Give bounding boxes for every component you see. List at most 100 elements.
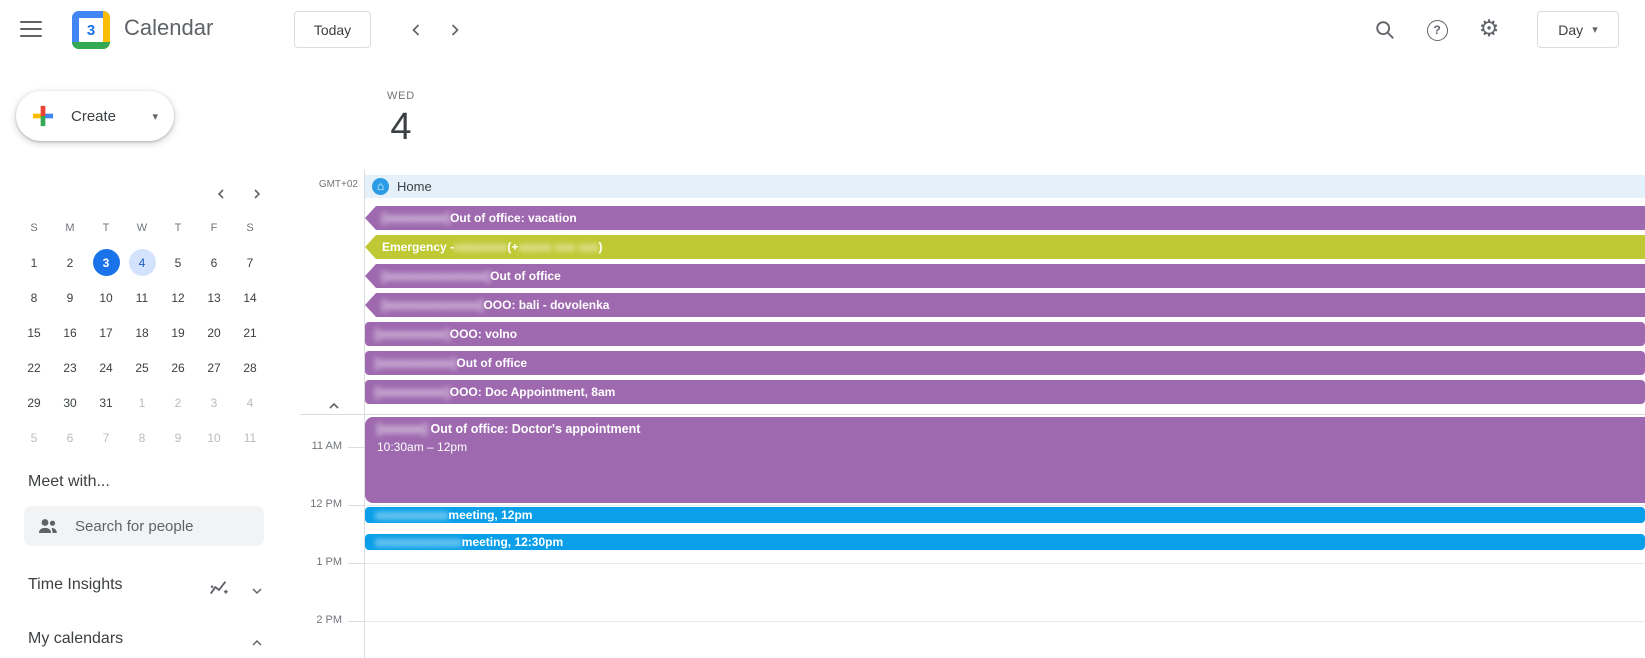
time-insights-expand-button[interactable] — [244, 578, 270, 604]
minical-weekday-header: S — [30, 221, 38, 234]
chevron-left-icon — [412, 24, 420, 36]
chevron-down-icon: ▾ — [152, 110, 158, 123]
next-day-button[interactable] — [442, 17, 468, 43]
chevron-right-icon — [451, 24, 459, 36]
minical-day[interactable]: 7 — [93, 424, 120, 451]
minical-day[interactable]: 10 — [93, 284, 120, 311]
minical-day[interactable]: 17 — [93, 319, 120, 346]
minical-day[interactable]: 2 — [165, 389, 192, 416]
minical-day[interactable]: 4 — [237, 389, 264, 416]
minical-day[interactable]: 18 — [129, 319, 156, 346]
allday-event[interactable]: [xxxxxxxxxxxxxxx] Out of office — [365, 264, 1645, 288]
minical-day[interactable]: 27 — [201, 354, 228, 381]
hour-label: 11 AM — [311, 440, 342, 452]
minical-day[interactable]: 29 — [21, 389, 48, 416]
hour-tick — [348, 447, 364, 448]
minical-day[interactable]: 1 — [21, 249, 48, 276]
hour-label: 12 PM — [310, 498, 342, 510]
event-text: OOO: bali - dovolenka — [483, 298, 610, 312]
time-insights-icon — [208, 578, 230, 600]
minical-day[interactable]: 1 — [129, 389, 156, 416]
timezone-label: GMT+02 — [318, 179, 358, 190]
minical-day[interactable]: 9 — [57, 284, 84, 311]
minical-day[interactable]: 3 — [201, 389, 228, 416]
event-text: Out of office: Doctor's appointment — [427, 422, 641, 436]
minical-weekday-header: S — [246, 221, 254, 234]
minical-day[interactable]: 7 — [237, 249, 264, 276]
search-icon[interactable] — [1372, 17, 1398, 43]
minical-day[interactable]: 6 — [201, 249, 228, 276]
view-selector-label: Day — [1558, 21, 1584, 38]
minical-day[interactable]: 11 — [129, 284, 156, 311]
hour-label: 1 PM — [316, 556, 342, 568]
minical-day[interactable]: 12 — [165, 284, 192, 311]
my-calendars-heading: My calendars — [28, 630, 124, 647]
chevron-down-icon: ▾ — [1592, 24, 1598, 36]
event-title: [xxxxxx] Out of office: Doctor's appoint… — [377, 422, 1633, 436]
collapse-allday-button[interactable] — [321, 393, 347, 419]
minical-day[interactable]: 19 — [165, 319, 192, 346]
google-calendar-app: 3 Calendar Today ? ⚙ Day ▾ Create ▾ S M T W… — [0, 0, 1645, 658]
day-header-weekday: WED — [386, 90, 416, 102]
working-location-row[interactable]: ⌂ Home — [365, 175, 1645, 198]
minical-day[interactable]: 15 — [21, 319, 48, 346]
timed-event-out-of-office[interactable]: [xxxxxx] Out of office: Doctor's appoint… — [365, 417, 1645, 503]
help-icon[interactable]: ? — [1424, 17, 1450, 43]
previous-day-button[interactable] — [403, 17, 429, 43]
minical-day[interactable]: 5 — [165, 249, 192, 276]
redacted-text: xxxxx xxx xxx — [518, 240, 599, 254]
minical-day[interactable]: 30 — [57, 389, 84, 416]
minical-day[interactable]: 4 — [128, 249, 156, 276]
minical-day[interactable]: 20 — [201, 319, 228, 346]
event-text: Out of office: vacation — [450, 211, 577, 225]
allday-event[interactable]: [xxxxxxxxxxxxxx] OOO: bali - dovolenka — [365, 293, 1645, 317]
minical-day[interactable]: 10 — [201, 424, 228, 451]
google-plus-icon — [32, 105, 54, 127]
minical-day[interactable]: 24 — [93, 354, 120, 381]
event-text: ) — [598, 240, 603, 254]
minical-day[interactable]: 6 — [57, 424, 84, 451]
redacted-text: xxxxxxxx — [454, 240, 508, 254]
minical-day[interactable]: 16 — [57, 319, 84, 346]
minical-day[interactable]: 28 — [237, 354, 264, 381]
minical-day[interactable]: 26 — [165, 354, 192, 381]
minical-day[interactable]: 23 — [57, 354, 84, 381]
minical-day[interactable]: 14 — [237, 284, 264, 311]
redacted-text: [xxxxxxxxxx] — [375, 327, 450, 341]
meeting-event[interactable]: xxxxxxxxxxxxx meeting, 12:30pm — [365, 534, 1645, 550]
allday-event[interactable]: [xxxxxxxxxx] OOO: Doc Appointment, 8am — [365, 380, 1645, 404]
minical-day[interactable]: 8 — [129, 424, 156, 451]
minical-day[interactable]: 9 — [165, 424, 192, 451]
minical-day[interactable]: 3 — [92, 249, 120, 276]
today-button[interactable]: Today — [294, 11, 371, 48]
minical-day[interactable]: 8 — [21, 284, 48, 311]
search-for-people-input[interactable]: Search for people — [24, 506, 264, 546]
minical-day[interactable]: 13 — [201, 284, 228, 311]
create-button[interactable]: Create ▾ — [16, 91, 174, 141]
chevron-left-icon — [217, 189, 224, 199]
hour-gridline — [365, 621, 1645, 622]
allday-event[interactable]: [xxxxxxxxxx] OOO: volno — [365, 322, 1645, 346]
redacted-text: [xxxxxxxxxxx] — [375, 356, 457, 370]
minical-previous-month-button[interactable] — [208, 181, 234, 207]
day-header-number[interactable]: 4 — [365, 106, 437, 149]
minical-day[interactable]: 25 — [129, 354, 156, 381]
allday-event[interactable]: Emergency - xxxxxxxx (+ xxxxx xxx xxx) — [365, 235, 1645, 259]
event-text: Out of office — [490, 269, 561, 283]
my-calendars-collapse-button[interactable] — [244, 630, 270, 656]
minical-day[interactable]: 5 — [21, 424, 48, 451]
main-menu-icon[interactable] — [20, 21, 42, 37]
view-selector-dropdown[interactable]: Day ▾ — [1537, 11, 1619, 48]
minical-day[interactable]: 22 — [21, 354, 48, 381]
minical-day[interactable]: 11 — [237, 424, 264, 451]
minical-day[interactable]: 2 — [57, 249, 84, 276]
event-text: Emergency - — [382, 240, 455, 254]
allday-event[interactable]: [xxxxxxxxx] Out of office: vacation — [365, 206, 1645, 230]
calendar-logo-icon[interactable]: 3 — [72, 11, 110, 49]
allday-event[interactable]: [xxxxxxxxxxx] Out of office — [365, 351, 1645, 375]
minical-day[interactable]: 21 — [237, 319, 264, 346]
minical-day[interactable]: 31 — [93, 389, 120, 416]
minical-next-month-button[interactable] — [244, 181, 270, 207]
settings-gear-icon[interactable]: ⚙ — [1476, 15, 1502, 41]
meeting-event[interactable]: xxxxxxxxxxx meeting, 12pm — [365, 507, 1645, 523]
